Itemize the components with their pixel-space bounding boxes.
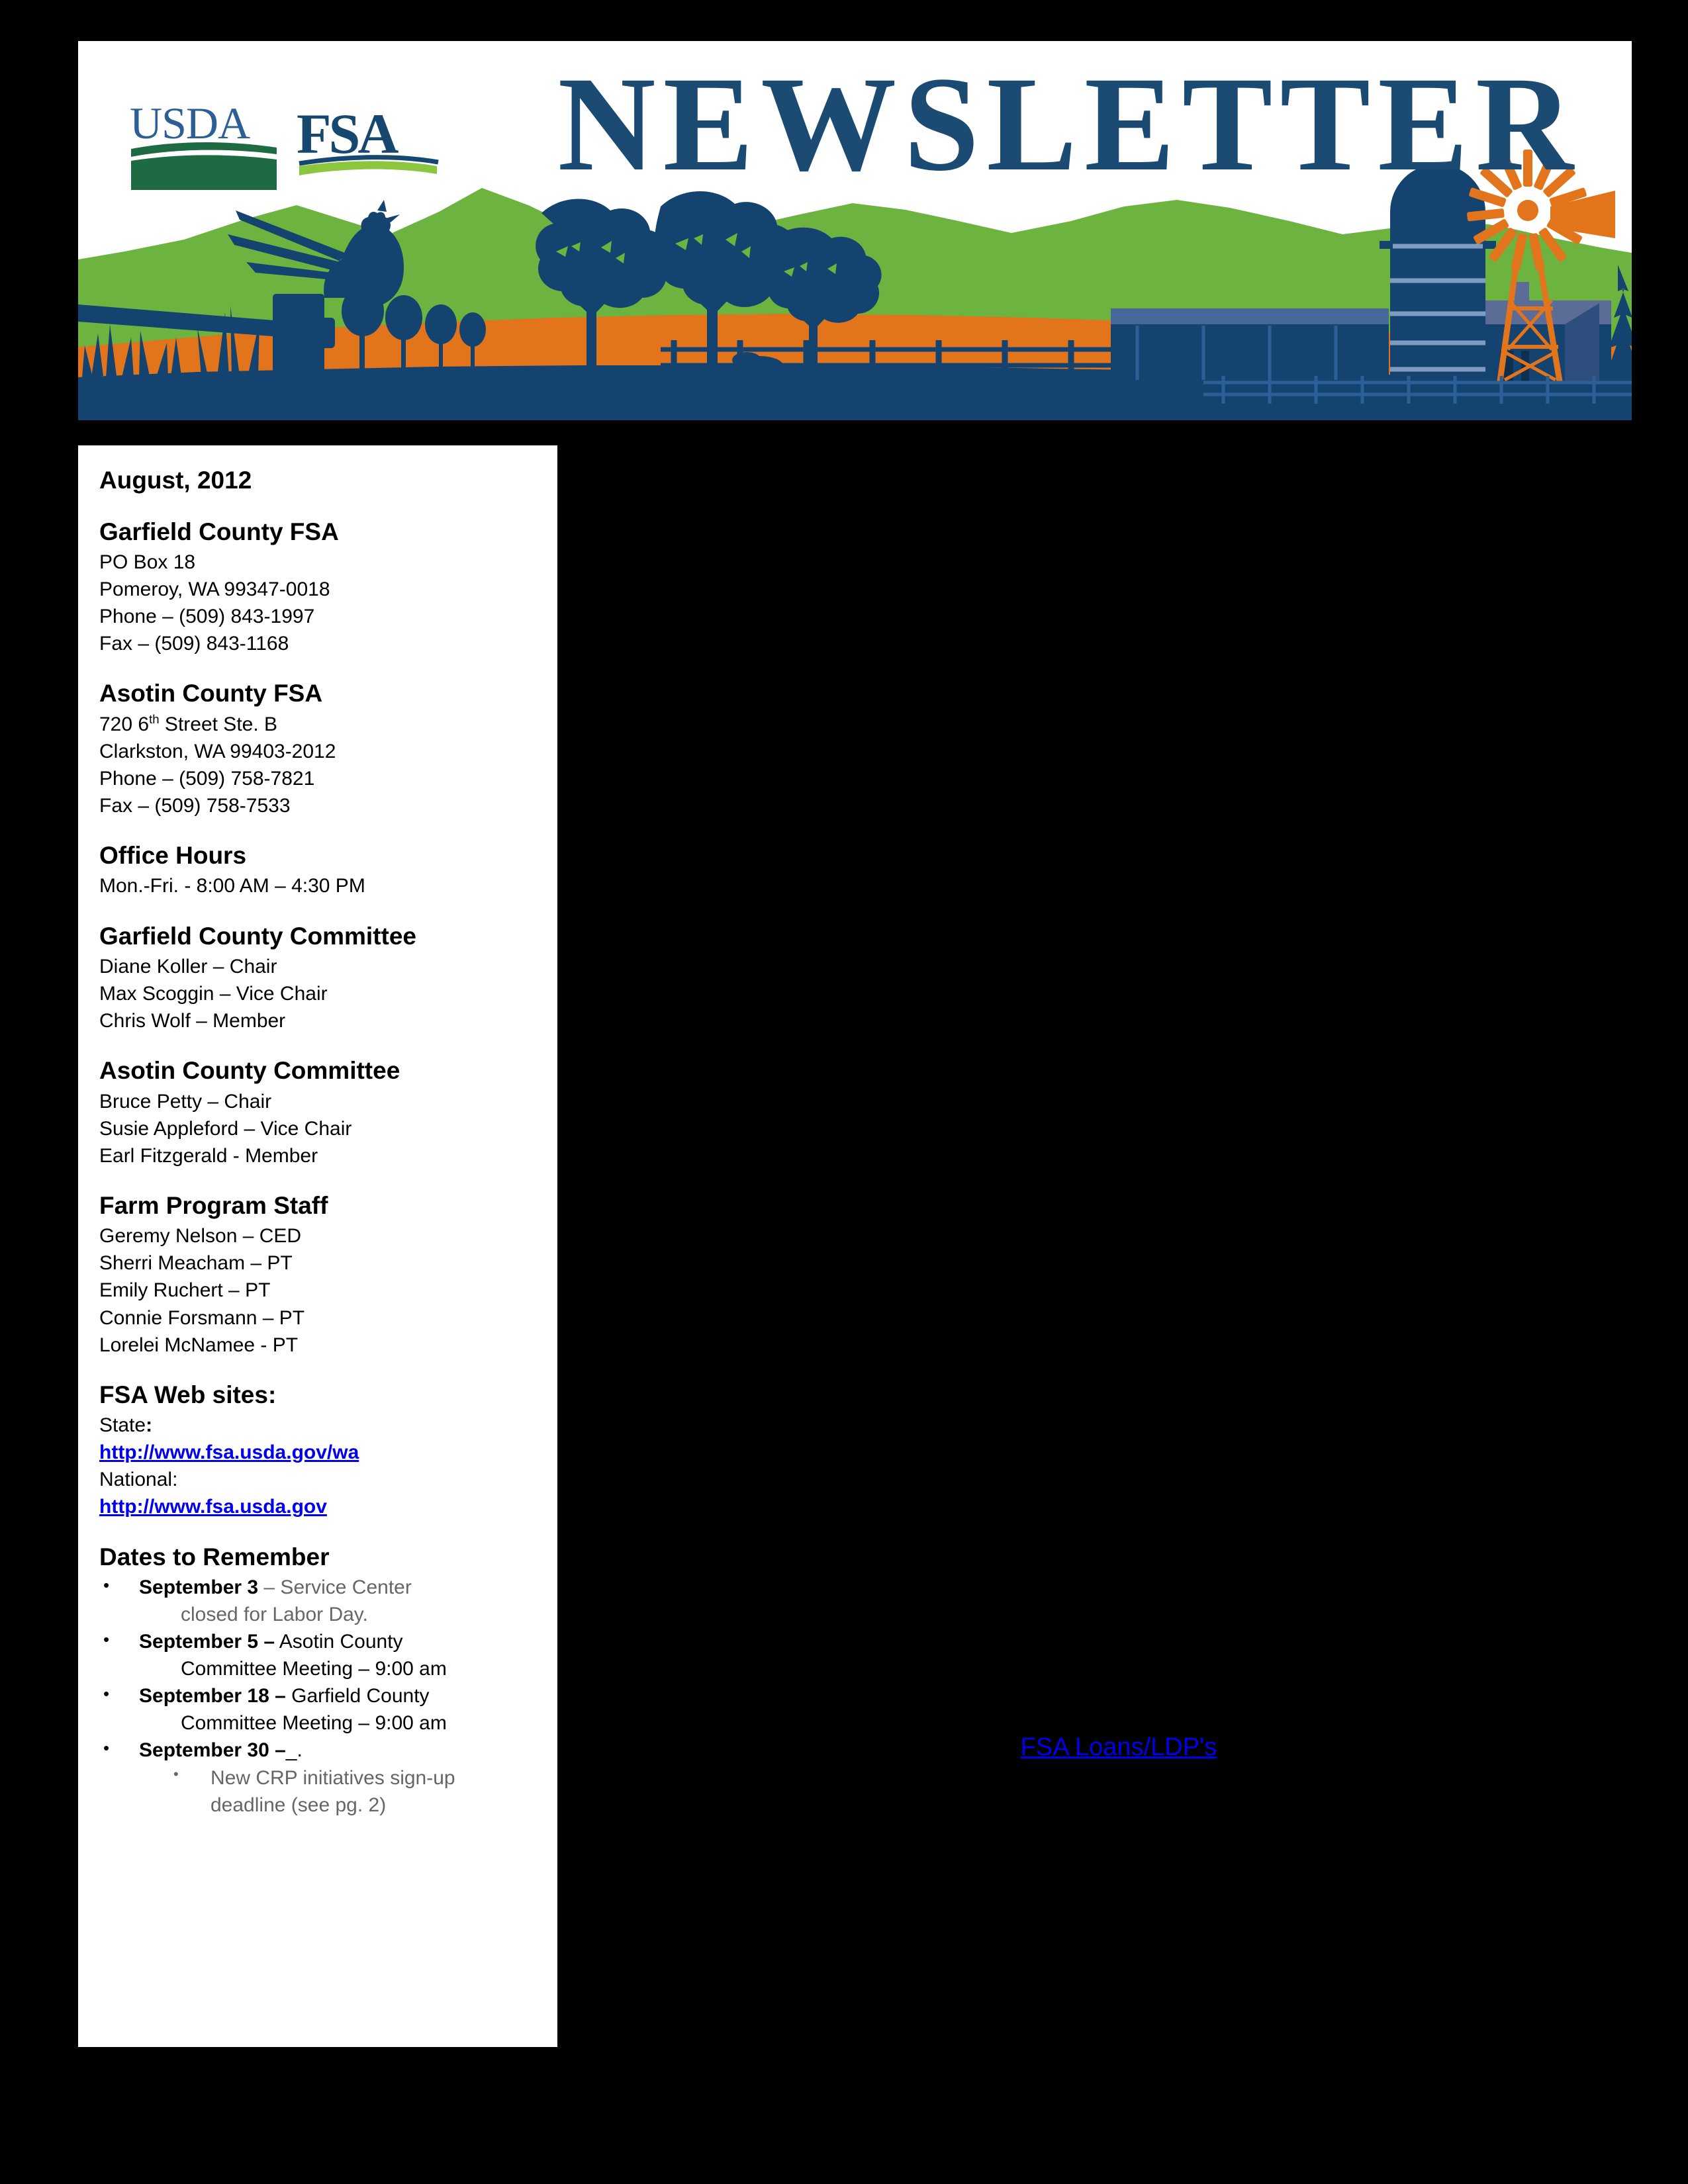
committee-member: Bruce Petty – Chair (99, 1090, 272, 1113)
date-description: Asotin County (275, 1631, 403, 1653)
newsletter-wordmark: NEWSLETTER (557, 49, 1581, 199)
committee-member: Max Scoggin – Vice Chair (99, 983, 328, 1005)
state-label-colon: : (146, 1414, 153, 1437)
staff-member: Sherri Meacham – PT (99, 1252, 293, 1275)
article-heading-fsa-loans[interactable]: FSA Loans/LDP's (583, 1733, 1655, 1762)
state-label: State: (99, 1412, 535, 1439)
staff-member: Geremy Nelson – CED (99, 1225, 302, 1248)
fax-line: Fax – (509) 758-7533 (99, 794, 291, 817)
dates-list: September 3 – Service Center closed for … (99, 1574, 535, 1819)
garfield-office-heading: Garfield County FSA (99, 518, 339, 545)
web-sites-block: FSA Web sites: State: http://www.fsa.usd… (99, 1381, 535, 1521)
garfield-committee-block: Garfield County Committee Diane Koller –… (99, 922, 535, 1035)
date-label: September 30 – (139, 1739, 286, 1762)
committee-member: Earl Fitzgerald - Member (99, 1144, 318, 1167)
staff-member: Connie Forsmann – PT (99, 1306, 305, 1329)
list-item: New CRP initiatives sign-up deadline (se… (169, 1764, 535, 1819)
national-website-link[interactable]: http://www.fsa.usda.gov (99, 1493, 327, 1520)
usda-text: USDA (130, 98, 250, 148)
list-item: September 18 – Garfield County Committee… (99, 1682, 535, 1737)
staff-member: Lorelei McNamee - PT (99, 1334, 299, 1356)
garfield-office-block: Garfield County FSA PO Box 18 Pomeroy, W… (99, 518, 535, 658)
street-number: 720 6 (99, 713, 150, 735)
state-label-text: State (99, 1414, 146, 1437)
street-rest: Street Ste. B (159, 713, 278, 735)
date-description-cont: Committee Meeting – 9:00 am (181, 1712, 447, 1735)
address-line: Pomeroy, WA 99347-0018 (99, 578, 330, 601)
committee-member: Susie Appleford – Vice Chair (99, 1117, 352, 1140)
committee-member: Diane Koller – Chair (99, 955, 277, 978)
staff-member: Emily Ruchert – PT (99, 1279, 271, 1302)
farm-staff-block: Farm Program Staff Geremy Nelson – CED S… (99, 1191, 535, 1359)
date-description: Garfield County (285, 1685, 430, 1707)
phone-line: Phone – (509) 843-1997 (99, 606, 315, 628)
asotin-committee-block: Asotin County Committee Bruce Petty – Ch… (99, 1056, 535, 1169)
sub-date-text-cont: deadline (see pg. 2) (211, 1794, 387, 1816)
fax-line: Fax – (509) 843-1168 (99, 633, 289, 655)
list-item: September 3 – Service Center closed for … (99, 1574, 535, 1628)
date-description: – Service Center (258, 1576, 412, 1598)
barn-icon (1111, 308, 1389, 381)
web-sites-heading: FSA Web sites: (99, 1381, 277, 1408)
date-label: September 18 – (139, 1685, 286, 1707)
address-line: 720 6th Street Ste. B (99, 711, 535, 738)
list-item: September 30 –_. New CRP initiatives sig… (99, 1737, 535, 1818)
date-description: _. (285, 1739, 303, 1762)
ordinal-suffix: th (149, 711, 160, 726)
farm-staff-heading: Farm Program Staff (99, 1191, 328, 1219)
asotin-office-heading: Asotin County FSA (99, 680, 323, 707)
main-content-area: FSA Loans/LDP's (583, 445, 1655, 2047)
dates-to-remember-block: Dates to Remember September 3 – Service … (99, 1543, 535, 1819)
issue-date: August, 2012 (99, 467, 252, 494)
date-description-cont: closed for Labor Day. (181, 1604, 368, 1626)
office-hours-heading: Office Hours (99, 842, 247, 870)
date-label: September 3 (139, 1576, 259, 1598)
phone-line: Phone – (509) 758-7821 (99, 767, 315, 790)
committee-member: Chris Wolf – Member (99, 1010, 286, 1032)
sub-date-text: New CRP initiatives sign-up (211, 1766, 455, 1789)
address-line: PO Box 18 (99, 551, 196, 573)
list-item: September 5 – Asotin County Committee Me… (99, 1628, 535, 1682)
address-line: Clarkston, WA 99403-2012 (99, 740, 336, 762)
date-description-cont: Committee Meeting – 9:00 am (181, 1658, 447, 1680)
dates-heading: Dates to Remember (99, 1543, 330, 1570)
usda-fsa-logo: USDA FSA (126, 97, 457, 193)
asotin-office-block: Asotin County FSA 720 6th Street Ste. B … (99, 679, 535, 819)
info-sidebar: August, 2012 Garfield County FSA PO Box … (78, 445, 557, 2047)
date-label: September 5 – (139, 1631, 275, 1653)
garfield-committee-heading: Garfield County Committee (99, 922, 416, 950)
office-hours-block: Office Hours Mon.-Fri. - 8:00 AM – 4:30 … (99, 841, 535, 899)
national-label: National: (99, 1469, 178, 1491)
asotin-committee-heading: Asotin County Committee (99, 1057, 400, 1085)
office-hours-line: Mon.-Fri. - 8:00 AM – 4:30 PM (99, 875, 365, 897)
state-website-link[interactable]: http://www.fsa.usda.gov/wa (99, 1439, 359, 1466)
sub-dates-list: New CRP initiatives sign-up deadline (se… (139, 1764, 535, 1819)
newsletter-banner: NEWSLETTER USDA FSA (78, 41, 1632, 420)
